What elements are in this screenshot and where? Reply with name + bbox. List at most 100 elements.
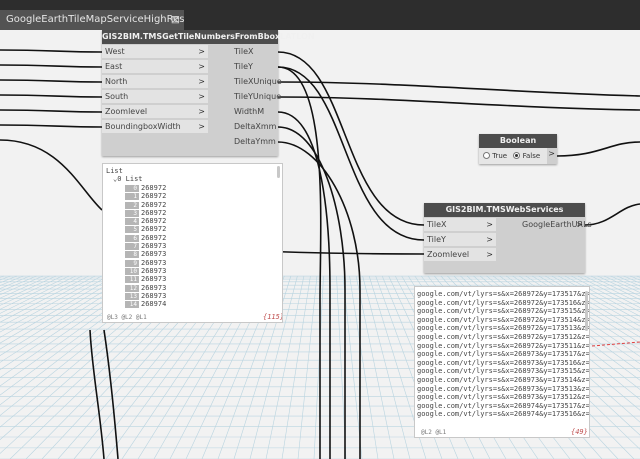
chevron-right-icon: > — [198, 92, 205, 101]
connector-wire[interactable] — [0, 64, 103, 68]
list-item-value: 268972 — [141, 192, 167, 201]
list-levels[interactable]: @L3 @L2 @L1 — [107, 314, 147, 321]
connector-wire[interactable] — [277, 111, 331, 459]
list-item: google.com/vt/lyrs=s&x=268972&y=173516&z… — [417, 298, 590, 307]
connector-wire[interactable] — [0, 79, 103, 83]
input-port-tiley[interactable]: TileY > — [424, 233, 496, 247]
node-title: Boolean — [479, 134, 557, 148]
output-port-tilex[interactable]: TileX — [231, 45, 278, 59]
list-item-index: 13 — [125, 292, 139, 300]
chevron-right-icon: > — [198, 47, 205, 56]
watch-url-list[interactable]: google.com/vt/lyrs=s&x=268972&y=173517&z… — [414, 286, 590, 438]
chevron-right-icon: > — [198, 107, 205, 116]
list-item-value: 268973 — [141, 258, 167, 267]
input-port-boundingboxwidth[interactable]: BoundingboxWidth > — [102, 120, 208, 134]
list-item-index: 8 — [125, 251, 139, 259]
document-tab[interactable]: GoogleEarthTileMapServiceHighResolu ⊠ — [0, 10, 184, 30]
input-port-tilex[interactable]: TileX > — [424, 218, 496, 232]
watch-sublist-header: List — [125, 175, 143, 183]
connector-wire[interactable] — [89, 329, 105, 459]
input-port-zoomlevel[interactable]: Zoomlevel > — [102, 105, 208, 119]
list-item: 7 268973 — [125, 242, 166, 251]
watch-tile-list[interactable]: List ⌄0 List 0 268972 1 268972 2 268972 3 26897… — [102, 163, 283, 323]
connector-wire[interactable] — [277, 51, 425, 226]
input-port-north[interactable]: North > — [102, 75, 208, 89]
port-label: East — [105, 62, 123, 71]
list-item-value: 268974 — [141, 300, 167, 309]
chevron-right-icon: > — [486, 250, 493, 259]
port-label: BoundingboxWidth — [105, 122, 181, 131]
list-item: google.com/vt/lyrs=s&x=268973&y=173514&z… — [417, 375, 590, 384]
list-item: 5 268972 — [125, 225, 166, 234]
output-port-widthm[interactable]: WidthM — [231, 105, 278, 119]
document-tab-title: GoogleEarthTileMapServiceHighResolu — [6, 14, 184, 25]
list-item-index: 0 — [125, 185, 139, 192]
list-item-value: 268973 — [141, 275, 167, 284]
connector-wire[interactable] — [0, 49, 103, 53]
output-port-deltaxmm[interactable]: DeltaXmm — [231, 120, 278, 134]
connector-wire[interactable] — [277, 81, 640, 97]
port-label: North — [105, 77, 128, 86]
list-item-value: 268972 — [141, 217, 167, 226]
list-item-value: 268972 — [141, 184, 167, 192]
output-port-googleearthurls[interactable]: GoogleEarthURLs > — [519, 218, 592, 232]
connector-wire[interactable] — [556, 141, 640, 157]
input-port-west[interactable]: West > — [102, 45, 208, 59]
port-label: West — [105, 47, 125, 56]
connector-wire[interactable] — [0, 124, 103, 128]
port-label: Zoomlevel — [427, 250, 470, 259]
connector-wire[interactable] — [277, 126, 346, 459]
output-port-tileyunique[interactable]: TileYUnique — [231, 90, 281, 104]
list-count: {49} — [571, 428, 588, 436]
connector-wire[interactable] — [277, 66, 425, 241]
list-item: 13 268973 — [125, 292, 166, 300]
chevron-right-icon: > — [198, 122, 205, 131]
chevron-right-icon: > — [486, 235, 493, 244]
boolean-output-port[interactable]: > — [548, 149, 555, 158]
input-port-east[interactable]: East > — [102, 60, 208, 74]
port-label: Zoomlevel — [105, 107, 148, 116]
list-levels[interactable]: @L2 @L1 — [421, 429, 446, 436]
list-item: 8 268973 — [125, 250, 166, 259]
port-label: South — [105, 92, 129, 101]
connector-wire[interactable] — [277, 141, 361, 459]
connector-wire[interactable] — [103, 329, 119, 459]
connector-wire[interactable] — [0, 109, 103, 113]
list-item-index: 11 — [125, 276, 139, 284]
node-title: GIS2BIM.TMSGetTileNumbersFromBboxLATLON — [102, 30, 315, 44]
false-radio[interactable] — [513, 151, 521, 159]
close-icon[interactable]: ⊠ — [171, 10, 180, 30]
input-port-zoomlevel[interactable]: Zoomlevel > — [424, 248, 496, 262]
list-item-value: 268972 — [141, 200, 167, 209]
watch-list-header: List — [106, 167, 123, 175]
output-port-tiley[interactable]: TileY — [231, 60, 278, 74]
list-item: google.com/vt/lyrs=s&x=268973&y=173517&z… — [417, 350, 590, 359]
node-boolean[interactable]: Boolean True False > — [479, 134, 557, 164]
connector-wire[interactable] — [584, 203, 640, 226]
list-item-index: 7 — [125, 243, 139, 251]
connector-wire[interactable] — [0, 94, 103, 98]
list-item-index: 4 — [125, 218, 139, 226]
port-label: TileX — [427, 220, 447, 229]
list-item-index: 1 — [125, 193, 139, 201]
true-label: True — [492, 152, 508, 160]
node-tms-get-tile-numbers[interactable]: GIS2BIM.TMSGetTileNumbersFromBboxLATLON … — [102, 30, 315, 156]
list-item-index: 12 — [125, 284, 139, 292]
list-item-index: 10 — [125, 267, 139, 275]
true-radio[interactable] — [483, 151, 490, 159]
chevron-right-icon: > — [198, 77, 205, 86]
watch-scrollbar[interactable] — [277, 166, 280, 178]
output-port-deltaymm[interactable]: DeltaYmm — [231, 135, 278, 149]
graph-canvas[interactable]: GIS2BIM.TMSGetTileNumbersFromBboxLATLON … — [0, 30, 640, 459]
list-item: google.com/vt/lyrs=s&x=268974&y=173517&z… — [417, 401, 590, 410]
chevron-right-icon: > — [576, 220, 583, 229]
output-port-tilexunique[interactable]: TileXUnique — [231, 75, 282, 89]
watch-scrollbar[interactable] — [585, 291, 588, 331]
input-port-south[interactable]: South > — [102, 90, 208, 104]
list-item: google.com/vt/lyrs=s&x=268972&y=173512&z… — [417, 332, 590, 341]
node-tms-webservices[interactable]: GIS2BIM.TMSWebServices TileX > TileY > Zooml… — [424, 203, 592, 273]
connector-wire[interactable] — [0, 139, 103, 211]
connector-wire[interactable] — [277, 66, 322, 459]
list-item: 10 268973 — [125, 267, 166, 275]
list-item: 11 268973 — [125, 275, 167, 284]
